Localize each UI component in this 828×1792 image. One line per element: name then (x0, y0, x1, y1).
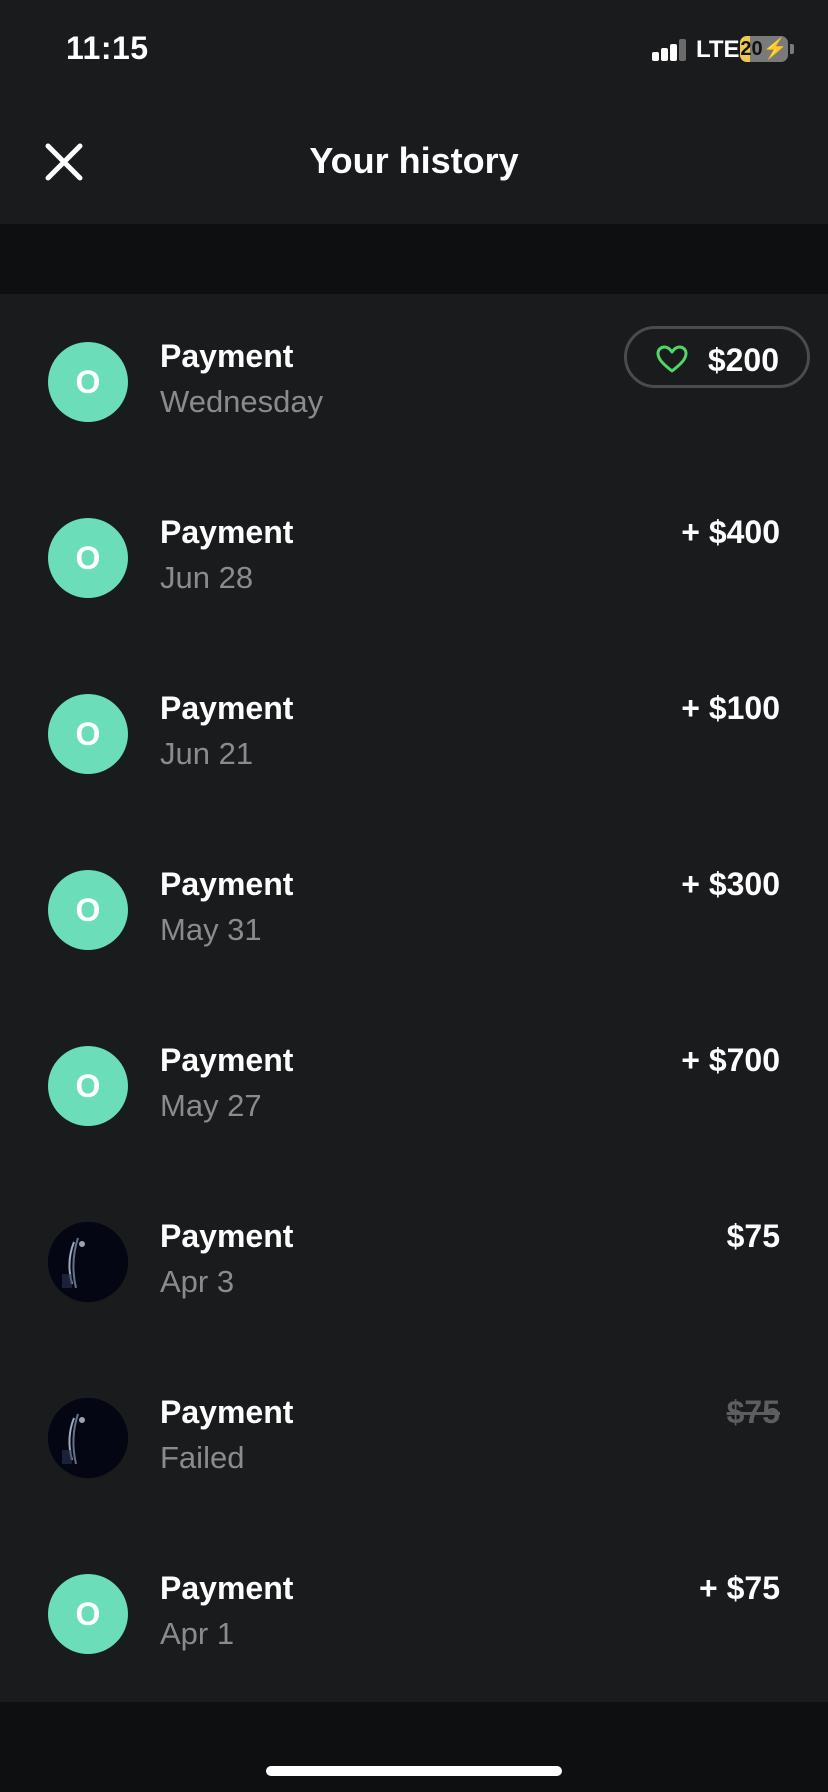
transaction-date: Apr 3 (160, 1264, 235, 1299)
transaction-title: Payment (160, 1394, 294, 1430)
transaction-date: Jun 21 (160, 736, 254, 771)
transaction-row[interactable]: O Payment May 27 + $700 (0, 998, 828, 1174)
transaction-amount: + $300 (681, 866, 780, 902)
transaction-amount: + $100 (681, 690, 780, 726)
status-bar: 11:15 LTE 20⚡ (0, 0, 828, 100)
avatar-initial: O (48, 518, 128, 598)
bottom-area (0, 1702, 828, 1792)
section-divider (0, 224, 828, 294)
transaction-amount: $75 (726, 1218, 780, 1254)
transaction-row[interactable]: O Payment Apr 1 + $75 (0, 1526, 828, 1702)
transaction-row[interactable]: O Payment Jun 28 + $400 (0, 470, 828, 646)
transaction-row[interactable]: O Payment Wednesday $200 (0, 294, 828, 470)
transaction-row[interactable]: O Payment May 31 + $300 (0, 822, 828, 998)
transaction-date: Jun 28 (160, 560, 254, 595)
header: Your history (0, 100, 828, 224)
network-type: LTE (696, 36, 740, 63)
transaction-date: Wednesday (160, 384, 324, 419)
avatar-initial: O (48, 1046, 128, 1126)
avatar-initial: O (48, 1574, 128, 1654)
transaction-date: Apr 1 (160, 1616, 235, 1651)
transaction-title: Payment (160, 338, 294, 374)
transaction-title: Payment (160, 1042, 294, 1078)
battery-icon: 20⚡ (740, 36, 788, 62)
transaction-row[interactable]: Payment Failed $75 (0, 1350, 828, 1526)
transaction-row[interactable]: Payment Apr 3 $75 (0, 1174, 828, 1350)
transaction-date: Failed (160, 1440, 245, 1475)
transaction-amount: $75 (726, 1394, 780, 1430)
transaction-title: Payment (160, 866, 294, 902)
avatar-photo (48, 1222, 128, 1302)
avatar-initial: O (48, 694, 128, 774)
transaction-list: O Payment Wednesday $200 O Payment Jun 28 + $40… (0, 294, 828, 1702)
home-indicator[interactable] (266, 1766, 562, 1776)
transaction-row[interactable]: O Payment Jun 21 + $100 (0, 646, 828, 822)
transaction-title: Payment (160, 1570, 294, 1606)
battery-cap (790, 44, 794, 54)
status-time: 11:15 (66, 30, 149, 66)
amount-pill-button[interactable]: $200 (624, 326, 810, 388)
page-title: Your history (309, 140, 519, 181)
avatar-photo (48, 1398, 128, 1478)
transaction-amount: + $700 (681, 1042, 780, 1078)
transaction-date: May 27 (160, 1088, 262, 1123)
transaction-date: May 31 (160, 912, 262, 947)
transaction-title: Payment (160, 1218, 294, 1254)
transaction-amount: + $75 (699, 1570, 780, 1606)
transaction-title: Payment (160, 514, 294, 550)
cellular-signal-icon (652, 39, 688, 61)
battery-level: 20⚡ (740, 38, 788, 60)
transaction-amount: + $400 (681, 514, 780, 550)
transaction-amount: $200 (707, 342, 779, 378)
avatar-initial: O (48, 342, 128, 422)
heart-icon (656, 345, 688, 373)
transaction-title: Payment (160, 690, 294, 726)
avatar-initial: O (48, 870, 128, 950)
